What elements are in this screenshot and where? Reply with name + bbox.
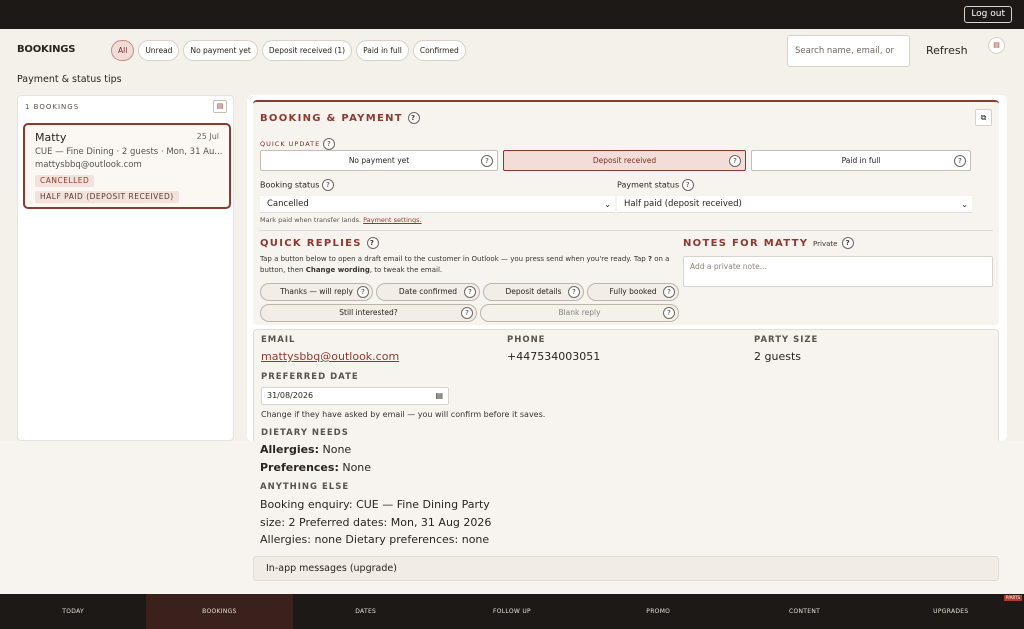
help-icon[interactable]: ? [729,155,741,167]
help-icon[interactable]: ? [481,155,493,167]
help-icon[interactable]: ? [461,307,473,319]
payment-status-label: Payment status ? [617,179,694,191]
calendar-icon[interactable]: ▤ [213,100,227,113]
anything-else-line: Booking enquiry: CUE — Fine Dining Party [260,498,490,511]
booking-payment-title: BOOKING & PAYMENT ? [260,112,420,124]
payment-settings-link[interactable]: Payment settings. [363,216,422,224]
calendar-icon[interactable]: ▤ [435,388,443,404]
party-size-value: 2 guests [754,350,801,363]
filter-all[interactable]: All [111,40,135,61]
preferred-date-hint: Change if they have asked by email — you… [261,410,546,419]
help-icon[interactable]: ? [568,286,580,298]
quick-replies-help: Tap a button below to open a draft email… [260,255,670,274]
corner-tag: P/ARTS [1004,595,1022,601]
help-icon[interactable]: ? [663,307,675,319]
payment-tips-link[interactable]: Payment & status tips [17,74,122,85]
phone-label: PHONE [507,335,546,345]
payment-hint: Mark paid when transfer lands. Payment s… [260,216,422,224]
chevron-down-icon: ⌄ [961,200,968,209]
preferences-row: Preferences: None [260,461,372,474]
preferred-date-label: PREFERRED DATE [261,372,359,382]
reply-deposit-details[interactable]: Deposit details? [483,283,584,301]
top-bar: Log out [0,0,1024,29]
dietary-label: DIETARY NEEDS [261,428,349,438]
filter-confirmed[interactable]: Confirmed [412,40,466,61]
payment-status-select[interactable]: Half paid (deposit received) ⌄ [617,196,972,213]
copy-icon[interactable]: ⧉ [975,109,992,126]
quick-update-paid-in-full[interactable]: Paid in full? [751,150,971,171]
booking-card[interactable]: Matty 25 Jul CUE — Fine Dining · 2 guest… [23,123,231,209]
help-icon[interactable]: ? [321,179,334,191]
nav-upgrades[interactable]: UPGRADES [878,594,1024,629]
in-app-messages[interactable]: In-app messages (upgrade) [253,556,999,581]
help-icon[interactable]: ? [366,237,379,249]
email-link[interactable]: mattysbbq@outlook.com [261,350,399,363]
notes-title: NOTES FOR MATTY Private ? [683,237,855,249]
nav-dates[interactable]: DATES [293,594,439,629]
preferred-date-input[interactable]: 31/08/2026 ▤ [261,387,449,405]
reply-blank[interactable]: Blank reply? [480,304,679,322]
quick-replies-title: QUICK REPLIES ? [260,237,379,249]
reply-still-interested[interactable]: Still interested?? [260,304,477,322]
reply-thanks[interactable]: Thanks — will reply? [260,283,373,301]
filter-no-payment[interactable]: No payment yet [183,40,258,61]
filter-unread[interactable]: Unread [138,40,180,61]
filter-chips: All Unread No payment yet Deposit receiv… [111,40,466,61]
help-icon[interactable]: ? [842,237,855,249]
quick-update-deposit-received[interactable]: Deposit received? [503,150,746,171]
booking-status-select[interactable]: Cancelled ⌄ [260,196,615,213]
booking-card-date: 25 Jul [196,132,219,141]
bookings-list-panel: 1 BOOKINGS ▤ Matty 25 Jul CUE — Fine Din… [17,95,234,441]
notes-textarea[interactable]: Add a private note... [683,256,993,287]
email-label: EMAIL [261,335,296,345]
help-icon[interactable]: ? [663,286,675,298]
booking-card-name: Matty [35,131,67,144]
anything-else-line: size: 2 Preferred dates: Mon, 31 Aug 202… [260,516,492,529]
quick-update-label: QUICK UPDATE ? [260,138,336,150]
nav-promo[interactable]: PROMO [585,594,731,629]
booking-status-label: Booking status ? [260,179,334,191]
filter-paid-in-full[interactable]: Paid in full [356,40,409,61]
help-icon[interactable]: ? [323,138,336,150]
page-title: BOOKINGS [17,44,76,55]
help-icon[interactable]: ? [681,179,694,191]
bottom-nav: TODAY BOOKINGS DATES FOLLOW UP PROMO CON… [0,594,1024,629]
refresh-button[interactable]: Refresh [926,44,968,57]
page-header: BOOKINGS All Unread No payment yet Depos… [0,29,1024,71]
nav-content[interactable]: CONTENT [731,594,877,629]
bookings-count: 1 BOOKINGS [25,103,80,111]
reply-date-confirmed[interactable]: Date confirmed? [376,283,480,301]
anything-else-label: ANYTHING ELSE [260,482,350,492]
help-icon[interactable]: ? [407,112,420,124]
booking-payment-section: BOOKING & PAYMENT ? ⧉ QUICK UPDATE ? No … [253,100,999,325]
allergies-row: Allergies: None [260,443,352,456]
payment-badge: HALF PAID (DEPOSIT RECEIVED) [35,191,179,203]
phone-value: +447534003051 [507,350,601,363]
nav-follow-up[interactable]: FOLLOW UP [439,594,585,629]
quick-update-no-payment[interactable]: No payment yet? [260,150,498,171]
chevron-down-icon: ⌄ [604,200,611,209]
party-size-label: PARTY SIZE [754,335,819,345]
notification-icon[interactable]: ▤ [988,37,1005,54]
help-icon[interactable]: ? [357,286,369,298]
logout-button[interactable]: Log out [964,6,1012,23]
help-icon[interactable]: ? [954,155,966,167]
booking-card-email: mattysbbq@outlook.com [35,160,142,170]
booking-card-desc: CUE — Fine Dining · 2 guests · Mon, 31 A… [35,147,223,157]
divider [259,230,993,231]
help-icon[interactable]: ? [464,286,476,298]
reply-fully-booked[interactable]: Fully booked? [587,283,679,301]
nav-bookings[interactable]: BOOKINGS [146,594,293,629]
anything-else-line: Allergies: none Dietary preferences: non… [260,533,490,546]
booking-detail-panel: BOOKING & PAYMENT ? ⧉ QUICK UPDATE ? No … [247,95,1007,579]
status-badge: CANCELLED [35,175,95,187]
nav-today[interactable]: TODAY [0,594,146,629]
search-input[interactable]: Search name, email, or [787,35,910,67]
filter-deposit-received[interactable]: Deposit received (1) [261,40,353,61]
